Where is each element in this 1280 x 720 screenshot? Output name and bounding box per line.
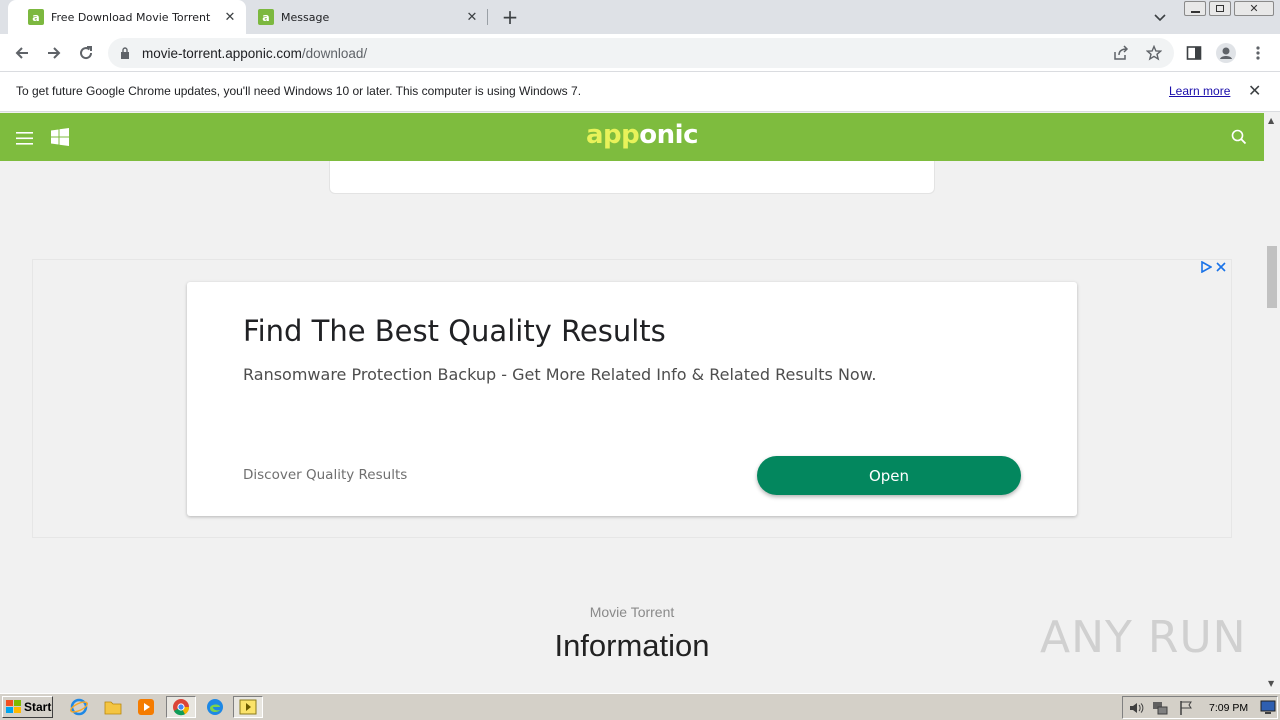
window-controls: ✕ (1184, 1, 1276, 17)
restore-button[interactable] (1209, 1, 1231, 16)
menu-button[interactable] (1245, 40, 1271, 66)
search-icon[interactable] (1231, 129, 1247, 145)
scroll-up-arrow-icon[interactable]: ▲ (1268, 116, 1274, 125)
tab-separator (487, 9, 488, 25)
chrome-taskbar-button[interactable] (166, 696, 196, 718)
page-content: apponic Find The Best Quality Results Ra… (0, 113, 1264, 693)
new-tab-icon[interactable]: + (499, 6, 521, 28)
site-header: apponic (0, 113, 1264, 161)
apponic-favicon-icon: a (258, 9, 274, 25)
ad-choices[interactable] (1200, 260, 1232, 274)
app-taskbar-button[interactable] (233, 696, 263, 718)
windows-logo-icon[interactable] (51, 128, 69, 146)
reload-icon (80, 46, 93, 60)
ad-footer-text: Discover Quality Results (243, 467, 408, 483)
tab-title: Message (281, 10, 330, 24)
close-tab-icon[interactable]: ✕ (462, 10, 482, 25)
star-icon (1146, 45, 1162, 61)
app-window-icon (239, 699, 257, 715)
content-card-bottom (329, 161, 935, 194)
hamburger-menu-icon[interactable] (16, 130, 33, 145)
chrome-icon (173, 699, 190, 716)
logo-part-app: app (586, 120, 640, 150)
tab-free-download-movie-torrent[interactable]: a Free Download Movie Torrent ✕ (8, 0, 246, 34)
address-bar[interactable]: movie-torrent.apponic.com/download/ (108, 38, 1174, 68)
avatar-icon (1216, 43, 1236, 63)
taskbar-clock[interactable]: 7:09 PM (1209, 702, 1248, 714)
media-player-icon[interactable] (135, 697, 157, 717)
update-infobar: To get future Google Chrome updates, you… (0, 72, 1280, 112)
minimize-button[interactable] (1184, 1, 1206, 16)
ad-close-icon[interactable] (1216, 262, 1226, 272)
edge-icon[interactable] (204, 697, 226, 717)
volume-icon[interactable] (1128, 700, 1144, 716)
back-arrow-icon (15, 47, 28, 59)
scrollbar-thumb[interactable] (1267, 246, 1277, 308)
share-icon (1114, 45, 1129, 60)
kebab-menu-icon (1256, 46, 1260, 60)
start-button[interactable]: Start (2, 696, 53, 718)
logo-part-onic: onic (639, 120, 698, 150)
forward-arrow-icon (48, 47, 61, 59)
side-panel-icon (1186, 46, 1202, 60)
share-button[interactable] (1108, 40, 1134, 66)
anyrun-watermark: ANY RUN (1040, 612, 1247, 663)
adchoices-play-icon[interactable] (1200, 261, 1212, 273)
network-icon[interactable] (1152, 700, 1168, 716)
profile-button[interactable] (1213, 40, 1239, 66)
tab-title: Free Download Movie Torrent (51, 10, 211, 24)
lock-icon (121, 47, 129, 59)
reload-button[interactable] (73, 40, 99, 66)
side-panel-button[interactable] (1181, 40, 1207, 66)
browser-toolbar: movie-torrent.apponic.com/download/ (0, 34, 1280, 72)
learn-more-link[interactable]: Learn more (1169, 84, 1230, 98)
url-text: movie-torrent.apponic.com/download/ (142, 46, 367, 61)
apponic-logo[interactable]: apponic (586, 120, 698, 150)
ad-card[interactable]: Find The Best Quality Results Ransomware… (187, 282, 1077, 516)
close-tab-icon[interactable]: ✕ (220, 10, 240, 25)
forward-button[interactable] (41, 40, 67, 66)
vertical-scrollbar[interactable]: ▲ ▼ (1264, 113, 1280, 693)
file-explorer-icon[interactable] (102, 697, 124, 717)
windows-flag-icon (6, 700, 21, 713)
scroll-down-arrow-icon[interactable]: ▼ (1268, 679, 1274, 688)
start-label: Start (24, 700, 52, 714)
windows-taskbar: Start 7:09 PM (0, 693, 1280, 720)
url-path: /download/ (301, 45, 368, 61)
ad-frame: Find The Best Quality Results Ransomware… (32, 259, 1232, 538)
apponic-favicon-icon: a (28, 9, 44, 25)
back-button[interactable] (9, 40, 35, 66)
tab-message[interactable]: a Message ✕ (238, 0, 488, 34)
close-window-button[interactable]: ✕ (1234, 1, 1274, 16)
ad-title[interactable]: Find The Best Quality Results (243, 314, 666, 348)
ad-description: Ransomware Protection Backup - Get More … (243, 365, 877, 384)
internet-explorer-icon[interactable] (68, 697, 90, 717)
show-desktop-icon[interactable] (1260, 699, 1276, 715)
tab-strip: a Free Download Movie Torrent ✕ a Messag… (0, 0, 1280, 34)
infobar-message: To get future Google Chrome updates, you… (16, 84, 582, 98)
bookmark-button[interactable] (1141, 40, 1167, 66)
url-host: movie-torrent.apponic.com (142, 45, 302, 61)
system-tray (1122, 696, 1278, 719)
action-center-flag-icon[interactable] (1178, 700, 1194, 716)
ad-open-button[interactable]: Open (757, 456, 1021, 495)
close-infobar-icon[interactable]: ✕ (1248, 81, 1261, 101)
tab-search-chevron-icon[interactable] (1151, 8, 1169, 26)
